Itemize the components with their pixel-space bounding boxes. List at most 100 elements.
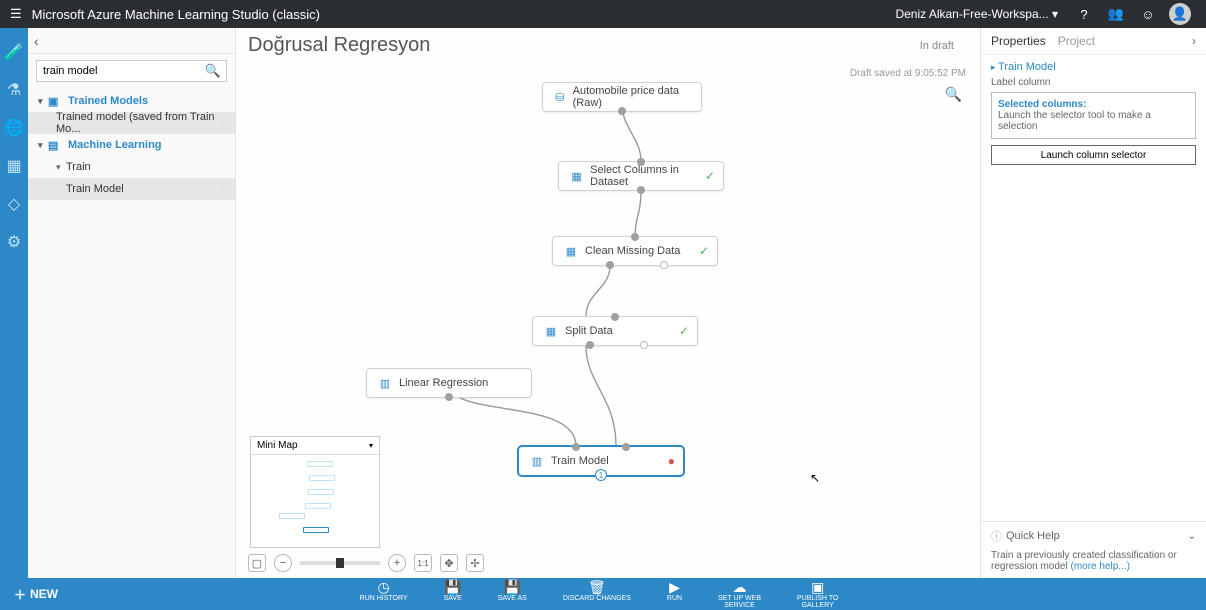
status-error-icon: ● [668, 454, 675, 468]
rail-experiments-icon[interactable]: 🧪 [4, 42, 24, 62]
tree-back-icon[interactable]: ‹ [34, 33, 39, 49]
rail-globe-icon[interactable]: 🌐 [4, 118, 24, 138]
action-label: PUBLISH TO GALLERY [797, 595, 838, 609]
module-icon: ▦ [563, 243, 579, 259]
pan-icon[interactable]: ✢ [466, 554, 484, 572]
new-label: NEW [30, 587, 58, 601]
row-menu-icon[interactable]: ⋮ [217, 118, 227, 129]
save-as-icon: 💾 [504, 579, 521, 595]
selected-columns-title: Selected columns: [998, 99, 1189, 110]
property-breadcrumb[interactable]: Train Model [991, 61, 1196, 73]
bottom-action-bar: ＋ NEW ◷RUN HISTORY 💾SAVE 💾SAVE AS 🗑DISCA… [0, 578, 1206, 610]
info-icon: ⓘ [991, 528, 1002, 544]
chevron-down-icon: ▾ [369, 441, 373, 450]
gallery-icon: ▣ [811, 579, 824, 595]
node-clean-missing-data[interactable]: ▦ Clean Missing Data ✓ [552, 236, 718, 266]
node-linear-regression[interactable]: ▥ Linear Regression [366, 368, 532, 398]
cursor-icon: ↖ [810, 471, 820, 485]
row-menu-icon[interactable]: ⋮ [217, 184, 227, 195]
actual-size-button[interactable]: 1:1 [414, 554, 432, 572]
module-icon: ▦ [569, 168, 584, 184]
node-split-data[interactable]: ▦ Split Data ✓ [532, 316, 698, 346]
experiment-title[interactable]: Doğrusal Regresyon [248, 34, 430, 57]
action-label: RUN HISTORY [360, 595, 408, 602]
quick-help-title: Quick Help [1006, 530, 1060, 542]
people-icon[interactable]: 👥 [1104, 2, 1128, 26]
node-automobile-price-data[interactable]: ⛁ Automobile price data (Raw) [542, 82, 702, 112]
tab-project[interactable]: Project [1058, 34, 1095, 48]
output-port-badge[interactable]: 1 [595, 469, 607, 481]
tree-node-train-model[interactable]: Train Model ⋮ [28, 178, 235, 200]
workspace-selector[interactable]: Deniz Alkan-Free-Workspa... ▾ [895, 7, 1058, 21]
chevron-down-icon: ⌄ [1188, 531, 1196, 542]
search-icon[interactable]: 🔍 [205, 63, 221, 79]
quick-help-header[interactable]: ⓘ Quick Help ⌄ [991, 528, 1196, 544]
web-service-icon: ☁ [733, 579, 747, 595]
tree-label: Trained model (saved from Train Mo... [56, 111, 217, 135]
node-label: Linear Regression [399, 377, 488, 389]
action-label: SAVE AS [498, 595, 527, 602]
tree-node-train[interactable]: ▾ Train [28, 156, 235, 178]
node-train-model[interactable]: ▥ Train Model ● 1 [518, 446, 684, 476]
tab-properties[interactable]: Properties [991, 34, 1046, 48]
action-label: SET UP WEB SERVICE [718, 595, 761, 609]
run-history-button[interactable]: ◷RUN HISTORY [360, 579, 408, 609]
fit-to-screen-button[interactable]: ▢ [248, 554, 266, 572]
rail-modules-icon[interactable]: ◇ [8, 194, 20, 214]
zoom-in-button[interactable]: + [388, 554, 406, 572]
action-label: DISCARD CHANGES [563, 595, 631, 602]
zoom-slider[interactable] [300, 561, 380, 565]
run-button[interactable]: ▶RUN [667, 579, 682, 609]
help-icon[interactable]: ? [1072, 2, 1096, 26]
module-search-input[interactable] [36, 60, 227, 82]
play-icon: ▶ [669, 579, 680, 595]
avatar[interactable]: 👤 [1168, 2, 1192, 26]
tree-label: Machine Learning [68, 139, 162, 151]
collapse-panel-icon[interactable]: › [1192, 34, 1196, 48]
discard-changes-button[interactable]: 🗑DISCARD CHANGES [563, 579, 631, 609]
rail-settings-icon[interactable]: ⚙ [7, 232, 21, 252]
smile-icon[interactable]: ☺ [1136, 2, 1160, 26]
save-as-button[interactable]: 💾SAVE AS [498, 579, 527, 609]
minimap-header[interactable]: Mini Map ▾ [251, 437, 379, 455]
module-icon: ▥ [377, 375, 393, 391]
module-tree-panel: ‹ 🔍 ▾▣ Trained Models Trained model (sav… [28, 28, 236, 578]
dataset-icon: ⛁ [553, 89, 567, 105]
launch-column-selector-button[interactable]: Launch column selector [991, 145, 1196, 165]
quick-help-section: ⓘ Quick Help ⌄ Train a previously create… [981, 521, 1206, 578]
rail-flask-icon[interactable]: ⚗ [7, 80, 21, 100]
app-title: Microsoft Azure Machine Learning Studio … [32, 7, 320, 22]
save-button[interactable]: 💾SAVE [444, 579, 462, 609]
publish-to-gallery-button[interactable]: ▣PUBLISH TO GALLERY [797, 579, 838, 609]
hamburger-icon[interactable]: ☰ [10, 6, 22, 22]
save-icon: 💾 [444, 579, 461, 595]
minimap[interactable]: Mini Map ▾ [250, 436, 380, 548]
module-icon: ▥ [529, 453, 545, 469]
setup-web-service-button[interactable]: ☁SET UP WEB SERVICE [718, 579, 761, 609]
status-ok-icon: ✓ [679, 324, 689, 338]
canvas-search-icon[interactable]: 🔍 [945, 86, 962, 103]
new-button[interactable]: ＋ NEW [0, 578, 72, 610]
zoom-out-button[interactable]: − [274, 554, 292, 572]
status-ok-icon: ✓ [699, 244, 709, 258]
action-label: SAVE [444, 595, 462, 602]
zoom-toolbar: ▢ − + 1:1 ✥ ✢ [248, 554, 484, 572]
status-ok-icon: ✓ [705, 169, 715, 183]
minimap-title: Mini Map [257, 440, 298, 451]
experiment-status: In draft [920, 40, 954, 52]
node-label: Split Data [565, 325, 613, 337]
tree-node-machine-learning[interactable]: ▾▤ Machine Learning [28, 134, 235, 156]
app-header: ☰ Microsoft Azure Machine Learning Studi… [0, 0, 1206, 28]
tree-node-trained-models[interactable]: ▾▣ Trained Models [28, 90, 235, 112]
navigate-icon[interactable]: ✥ [440, 554, 458, 572]
node-select-columns[interactable]: ▦ Select Columns in Dataset ✓ [558, 161, 724, 191]
node-label: Train Model [551, 455, 609, 467]
module-icon: ▦ [543, 323, 559, 339]
tree-label: Trained Models [68, 95, 148, 107]
experiment-canvas[interactable]: Doğrusal Regresyon In draft Draft saved … [236, 28, 980, 578]
more-help-link[interactable]: (more help...) [1071, 561, 1130, 572]
node-label: Select Columns in Dataset [590, 164, 713, 188]
minimap-viewport[interactable] [251, 455, 379, 547]
rail-datasets-icon[interactable]: ▦ [6, 156, 21, 176]
tree-node-trained-model-saved[interactable]: Trained model (saved from Train Mo... ⋮ [28, 112, 235, 134]
